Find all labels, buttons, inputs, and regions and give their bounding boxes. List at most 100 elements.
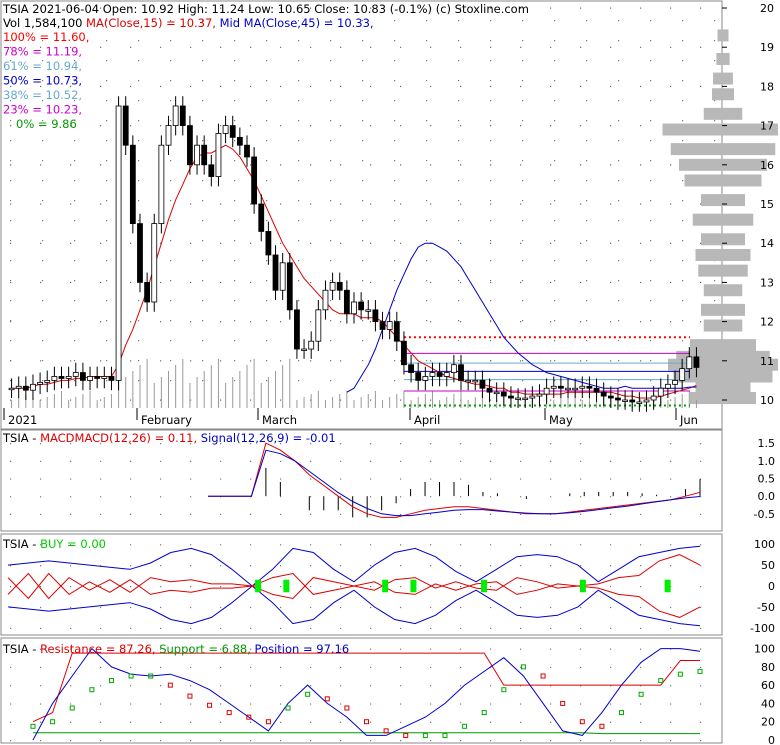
buy-gridline-dot [670,627,672,630]
price-gridline-vdot [266,80,268,82]
rsp-tick-label: 100 [754,643,775,656]
volume-profile-bar [703,284,723,297]
price-gridline-dot [70,399,72,401]
price-gridline-vdot [554,140,556,142]
macd-gridline-dot [190,496,192,498]
macd-gridline-dot [190,513,192,516]
price-gridline-dot [580,85,582,88]
price-gridline-vdot [10,200,12,202]
price-gridline-dot [580,242,582,244]
price-gridline-dot [580,46,582,48]
date-label: April [414,413,440,427]
price-gridline-vdot [682,240,684,242]
price-gridline-vdot [138,320,140,322]
volume-profile-bar [684,174,723,187]
price-gridline-vdot [106,320,108,322]
price-gridline-vdot [10,280,12,282]
price-gridline-dot [70,164,72,166]
volume-profile-bar [662,123,723,136]
price-gridline-dot [250,203,252,205]
price-gridline-vdot [586,200,588,202]
macd-gridline-dot [400,443,402,445]
price-gridline-dot [280,46,282,48]
price-gridline-vdot [490,100,492,102]
price-gridline-dot [430,46,432,48]
volume-profile-bar-right [723,264,748,277]
price-gridline-vdot [490,220,492,222]
buy-gridline-dot [340,565,342,567]
volume-profile-bar-right [723,382,751,395]
buy-gridline-dot [640,606,642,609]
buy-gridline-dot [610,586,612,588]
rsp-gridline-dot [370,703,372,705]
price-gridline-dot [280,85,282,88]
candle-body [44,379,51,383]
price-gridline-vdot [554,160,556,162]
candle-body [315,309,322,342]
fib-legend: 100% = 11.60,78% = 11.19,61% = 10.94,50%… [3,30,89,131]
rsp-gridline-dot [460,721,462,723]
macd-gridline-dot [40,496,42,498]
price-gridline-vdot [586,120,588,122]
buy-gridline-dot [460,586,462,588]
price-gridline-vdot [618,340,620,342]
price-gridline-dot [40,203,42,205]
price-gridline-vdot [682,340,684,342]
buy-tick-label: 100 [754,538,775,551]
price-gridline-vdot [170,180,172,182]
price-gridline-dot [640,125,642,127]
rsp-gridline-dot [460,648,462,650]
rsp-gridline-dot [340,740,342,742]
price-gridline-dot [10,399,12,401]
price-gridline-dot [250,125,252,127]
buy-signal-marker [283,579,290,593]
price-gridline-vdot [362,40,364,42]
buy-signal-marker [579,579,586,593]
macd-gridline-dot [250,460,252,462]
price-gridline-vdot [266,360,268,362]
price-gridline-vdot [138,300,140,302]
price-gridline-vdot [554,340,556,342]
price-gridline-vdot [458,300,460,302]
price-gridline-vdot [426,180,428,182]
price-gridline-vdot [650,340,652,342]
fib-level-label: 0% = 9.86 [16,117,77,131]
price-gridline-vdot [586,160,588,162]
buy-gridline-dot [430,544,432,546]
rsp-gridline-dot [490,648,492,650]
price-gridline-dot [580,164,582,166]
rsp-gridline-dot [670,685,672,687]
buy-gridline-dot [520,627,522,630]
price-gridline-vdot [490,280,492,282]
candle-body [486,387,493,393]
rsp-gridline-dot [310,666,312,669]
macd-gridline-dot [550,478,552,480]
price-gridline-vdot [202,360,204,362]
rsp-gridline-dot [550,666,552,669]
price-gridline-dot [40,242,42,244]
price-gridline-vdot [234,340,236,342]
buy-signal-marker [382,579,389,593]
volume-profile-bar [695,248,723,261]
price-gridline-vdot [650,60,652,62]
price-gridline-dot [610,85,612,88]
buy-gridline-dot [220,606,222,609]
macd-gridline-dot [100,460,102,462]
volume-profile-bar [692,213,723,226]
price-gridline-vdot [554,200,556,202]
price-gridline-vdot [266,40,268,42]
rsp-gridline-dot [190,685,192,687]
rsp-gridline-dot [130,740,132,742]
price-gridline-dot [490,242,492,244]
buy-gridline-dot [340,606,342,609]
price-gridline-vdot [682,260,684,262]
price-gridline-dot [340,125,342,127]
price-gridline-dot [640,46,642,48]
rsp-gridline-dot [310,685,312,687]
macd-gridline-dot [430,460,432,462]
buy-gridline-dot [70,565,72,567]
candle-body [272,254,279,291]
macd-gridline-dot [220,513,222,516]
price-gridline-vdot [74,300,76,302]
candle-body [508,395,514,399]
